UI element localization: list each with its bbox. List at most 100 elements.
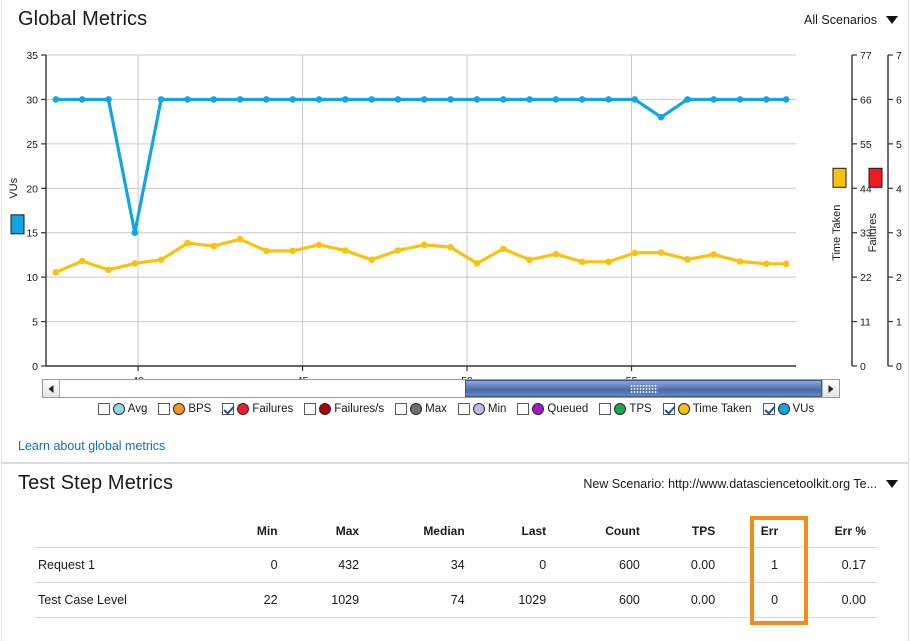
data-point	[315, 241, 323, 249]
y-tick-label-vus: 15	[26, 228, 38, 240]
data-point	[394, 96, 402, 103]
cell-median: 74	[371, 582, 477, 618]
cell-max: 1029	[289, 582, 372, 618]
column-header-median: Median	[371, 520, 477, 548]
legend-label: Max	[425, 403, 447, 415]
data-point	[684, 256, 691, 263]
legend-checkbox-bps[interactable]	[158, 403, 171, 415]
data-point	[52, 269, 60, 276]
legend-checkbox-failures-s[interactable]	[304, 403, 317, 415]
data-point	[52, 96, 60, 103]
data-point	[236, 235, 244, 243]
data-point	[394, 247, 402, 254]
legend-checkbox-min[interactable]	[457, 403, 470, 415]
legend-color-swatch-icon	[614, 403, 627, 415]
y-tick-label-failures: 3	[896, 228, 902, 240]
legend-item-bps[interactable]: BPS	[158, 403, 211, 415]
data-point	[782, 96, 790, 103]
data-point	[420, 96, 428, 103]
data-point	[736, 258, 744, 265]
table-row: Test Case Level 22 1029 74 1029 600 0.00 0 0.00	[34, 582, 878, 618]
legend-item-min[interactable]: Min	[457, 403, 506, 415]
learn-about-global-metrics-link[interactable]: Learn about global metrics	[18, 439, 165, 453]
data-point	[631, 249, 639, 257]
data-point	[342, 96, 349, 103]
data-point	[552, 250, 560, 258]
legend-item-failures[interactable]: Failures	[222, 403, 293, 415]
legend-checkbox-vus[interactable]	[762, 403, 775, 415]
vus-color-swatch-icon	[10, 214, 25, 235]
data-point	[736, 96, 744, 103]
test-step-title: Test Step Metrics	[18, 472, 174, 494]
legend-label: TPS	[629, 403, 652, 415]
scroll-right-arrow-icon[interactable]	[822, 380, 839, 397]
chart-horizontal-scrollbar[interactable]	[42, 379, 840, 398]
column-header-tps: TPS	[651, 520, 728, 548]
scrollbar-track[interactable]	[60, 380, 822, 397]
column-header-err: Err	[727, 520, 791, 548]
legend-color-swatch-icon	[112, 403, 125, 415]
data-point	[105, 96, 112, 103]
legend-checkbox-max[interactable]	[395, 403, 408, 415]
data-point	[657, 113, 665, 121]
table-header: Min Max Median Last Count TPS Err Err %	[34, 520, 878, 548]
scenario-selector-global[interactable]: All Scenarios	[804, 13, 898, 27]
legend-checkbox-queued[interactable]	[517, 403, 530, 415]
data-point	[263, 96, 270, 103]
legend-item-queued[interactable]: Queued	[517, 403, 588, 415]
y-tick-label-failures: 0	[896, 361, 902, 373]
scroll-left-arrow-icon[interactable]	[43, 380, 60, 397]
table-body: Request 1 0 432 34 0 600 0.00 1 0.17 Test Case Le…	[34, 547, 878, 618]
failures-color-swatch-icon	[868, 167, 883, 188]
legend-label: BPS	[188, 403, 212, 415]
scrollbar-thumb[interactable]	[465, 380, 822, 397]
data-point	[210, 96, 218, 103]
scenario-selector-global-label: All Scenarios	[804, 13, 877, 27]
y-tick-label-vus: 30	[26, 94, 38, 106]
data-point	[710, 96, 718, 103]
legend-item-max[interactable]: Max	[395, 403, 447, 415]
data-point	[763, 260, 770, 268]
legend-checkbox-avg[interactable]	[97, 403, 110, 415]
column-header-count: Count	[558, 520, 652, 548]
cell-min: 0	[220, 547, 290, 583]
data-point	[78, 257, 86, 265]
data-point	[631, 96, 639, 103]
data-point	[526, 256, 533, 264]
cell-count: 600	[558, 547, 652, 583]
column-header-name	[34, 520, 221, 548]
y-tick-label-failures: 5	[896, 139, 902, 151]
legend-checkbox-tps[interactable]	[599, 403, 612, 415]
legend-item-time-taken[interactable]: Time Taken	[662, 403, 752, 415]
legend-item-tps[interactable]: TPS	[599, 403, 652, 415]
y-axis-title-failures: Failures	[867, 213, 879, 253]
legend-checkbox-failures[interactable]	[222, 403, 235, 415]
cell-max: 432	[289, 547, 372, 583]
legend-color-swatch-icon	[410, 403, 423, 415]
data-point	[184, 96, 191, 103]
legend-item-avg[interactable]: Avg	[97, 403, 147, 415]
y-tick-label-failures: 2	[896, 272, 902, 284]
column-header-last: Last	[476, 520, 559, 548]
chevron-down-icon	[886, 480, 898, 488]
data-point	[499, 245, 507, 253]
legend-checkbox-time-taken[interactable]	[662, 403, 675, 415]
cell-err: 0	[727, 582, 791, 618]
data-point	[236, 96, 244, 103]
legend-label: Failures	[252, 403, 294, 415]
legend-label: VUs	[792, 403, 815, 415]
scenario-selector-teststep[interactable]: New Scenario: http://www.datasciencetool…	[583, 477, 898, 491]
row-label: Test Case Level	[34, 582, 221, 618]
data-point	[473, 96, 481, 103]
data-point	[368, 96, 375, 103]
y-tick-label-failures: 6	[896, 94, 902, 106]
data-point	[684, 96, 691, 103]
global-metrics-panel: Global Metrics All Scenarios 0 5 10 15 20 25 3…	[1, 0, 909, 463]
legend-item-vus[interactable]: VUs	[762, 403, 815, 415]
cell-last: 0	[476, 547, 559, 583]
legend-item-failures-s[interactable]: Failures/s	[304, 403, 384, 415]
y-tick-label-vus: 10	[26, 272, 38, 284]
legend-color-swatch-icon	[777, 403, 790, 415]
data-point	[473, 260, 481, 267]
y-tick-label-time-taken: 66	[860, 94, 872, 106]
